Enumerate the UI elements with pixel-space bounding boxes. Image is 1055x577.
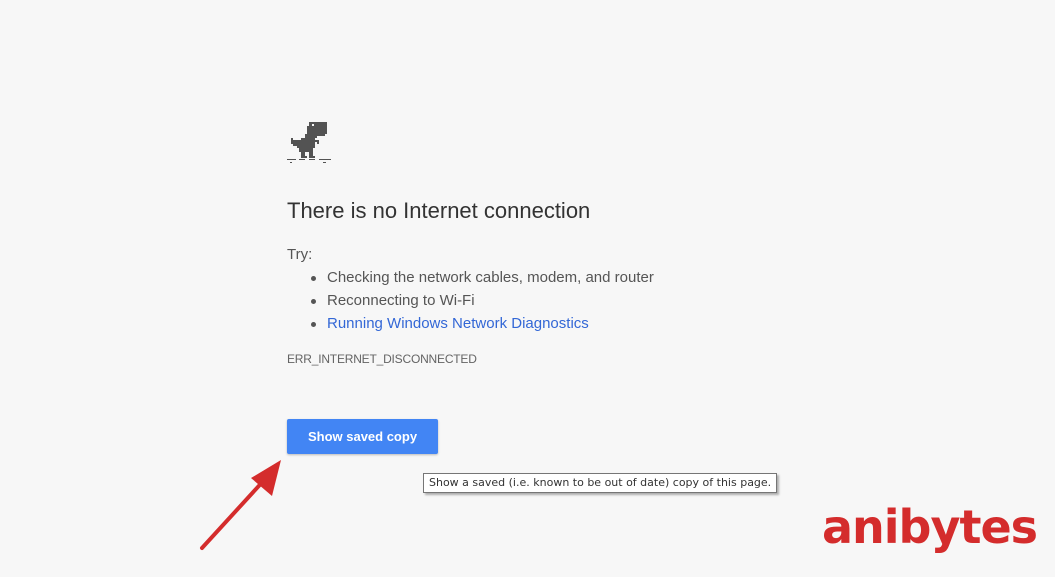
suggestion-text: Checking the network cables, modem, and … xyxy=(327,269,654,286)
network-diagnostics-link[interactable]: Running Windows Network Diagnostics xyxy=(327,315,589,332)
page-title: There is no Internet connection xyxy=(287,198,591,223)
bullet-icon xyxy=(311,276,316,281)
bullet-icon xyxy=(311,322,316,327)
suggestion-item: Checking the network cables, modem, and … xyxy=(287,268,654,291)
saved-copy-tooltip: Show a saved (i.e. known to be out of da… xyxy=(423,473,778,493)
suggestion-item: Running Windows Network Diagnostics xyxy=(287,314,654,337)
suggestion-item: Reconnecting to Wi-Fi xyxy=(287,291,654,314)
watermark-logo: anibytes xyxy=(822,500,1038,554)
suggestion-text: Reconnecting to Wi-Fi xyxy=(327,292,475,309)
try-label: Try: xyxy=(287,246,313,263)
error-code: ERR_INTERNET_DISCONNECTED xyxy=(287,352,477,366)
bullet-icon xyxy=(311,299,316,304)
offline-dino-icon xyxy=(287,122,331,163)
suggestion-list: Checking the network cables, modem, and … xyxy=(287,268,654,337)
show-saved-copy-button[interactable]: Show saved copy xyxy=(287,419,438,454)
annotation-arrow-icon xyxy=(200,460,281,550)
